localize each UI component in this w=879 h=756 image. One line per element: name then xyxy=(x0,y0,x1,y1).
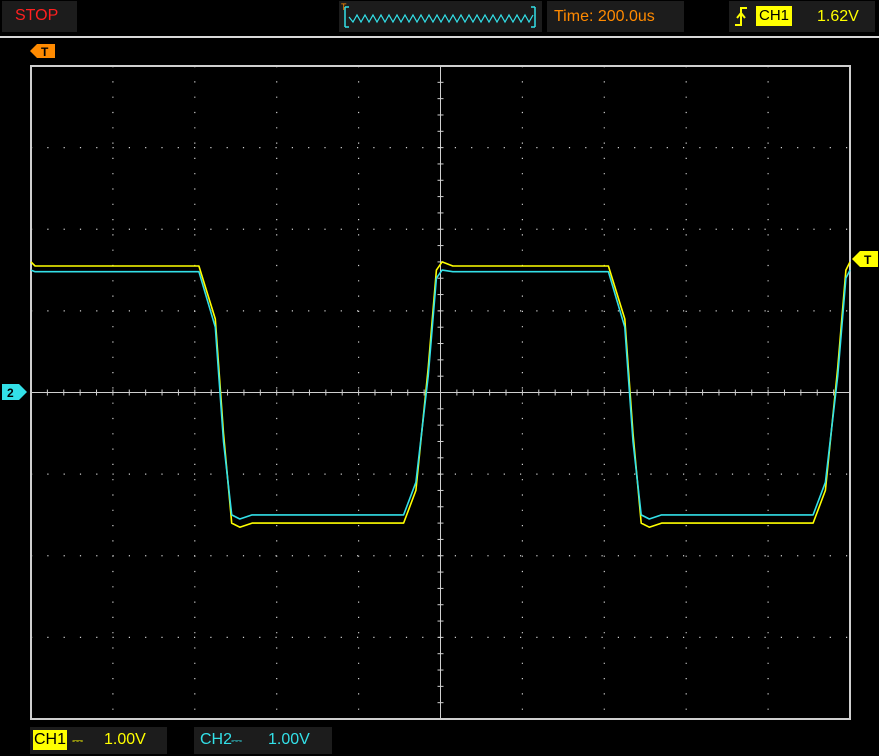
graticule xyxy=(30,65,851,720)
ch2-scale: 1.00V xyxy=(268,731,310,748)
bottom-status-bar: CH1 ⎓ 1.00V CH2 ⎓ 1.00V xyxy=(0,722,879,756)
trigger-position-label: T xyxy=(41,45,49,59)
trigger-position-marker[interactable]: T xyxy=(30,43,56,59)
ch2-ground-marker[interactable]: 2 xyxy=(2,383,28,401)
ch1-scale: 1.00V xyxy=(104,731,146,748)
ch2-name: CH2 xyxy=(200,731,233,748)
scope-display[interactable] xyxy=(0,0,879,756)
ch2-ground-label: 2 xyxy=(7,386,14,400)
ch1-settings[interactable]: CH1 ⎓ 1.00V xyxy=(30,727,167,754)
ch1-name: CH1 xyxy=(33,730,68,750)
trigger-level-label: T xyxy=(864,253,872,267)
ch2-dc-coupling-icon: ⎓ xyxy=(231,732,243,748)
ch1-dc-coupling-icon: ⎓ xyxy=(72,732,84,748)
trigger-level-marker[interactable]: T xyxy=(852,250,879,268)
ch2-settings[interactable]: CH2 ⎓ 1.00V xyxy=(194,727,332,754)
